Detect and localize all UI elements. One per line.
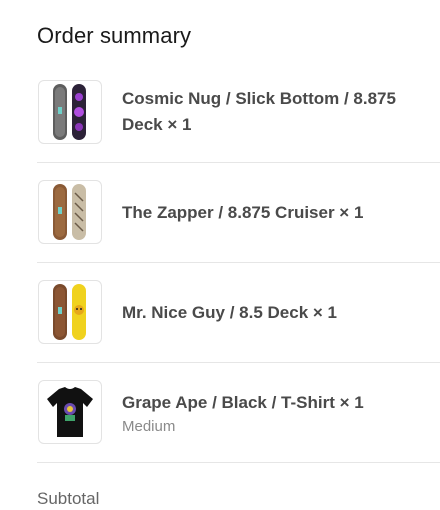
skateboard-deck-pair-icon — [38, 80, 102, 144]
line-item-details: Cosmic Nug / Slick Bottom / 8.875 Deck ×… — [122, 86, 432, 138]
order-summary: Order summary Cosmic Nug / Slick Bottom … — [0, 0, 440, 508]
product-name: Mr. Nice Guy / 8.5 Deck × 1 — [122, 303, 337, 322]
line-item-details: The Zapper / 8.875 Cruiser × 1 — [122, 200, 432, 226]
line-item: The Zapper / 8.875 Cruiser × 1 — [37, 163, 440, 263]
line-item-details: Grape Ape / Black / T-Shirt × 1 Medium — [122, 390, 432, 437]
skateboard-deck-pair-icon — [38, 180, 102, 244]
skateboard-deck-pair-icon — [38, 280, 102, 344]
line-item: Cosmic Nug / Slick Bottom / 8.875 Deck ×… — [37, 63, 440, 163]
product-name: The Zapper / 8.875 Cruiser × 1 — [122, 203, 364, 222]
product-variant: Medium — [122, 418, 176, 435]
order-summary-title: Order summary — [37, 23, 192, 48]
product-name: Grape Ape / Black / T-Shirt × 1 — [122, 393, 364, 412]
line-item: Grape Ape / Black / T-Shirt × 1 Medium — [37, 363, 440, 463]
line-item-details: Mr. Nice Guy / 8.5 Deck × 1 — [122, 300, 432, 326]
subtotal-label: Subtotal — [37, 489, 100, 508]
tshirt-icon — [38, 380, 102, 444]
line-item: Mr. Nice Guy / 8.5 Deck × 1 — [37, 263, 440, 363]
product-name: Cosmic Nug / Slick Bottom / 8.875 Deck ×… — [122, 89, 396, 134]
